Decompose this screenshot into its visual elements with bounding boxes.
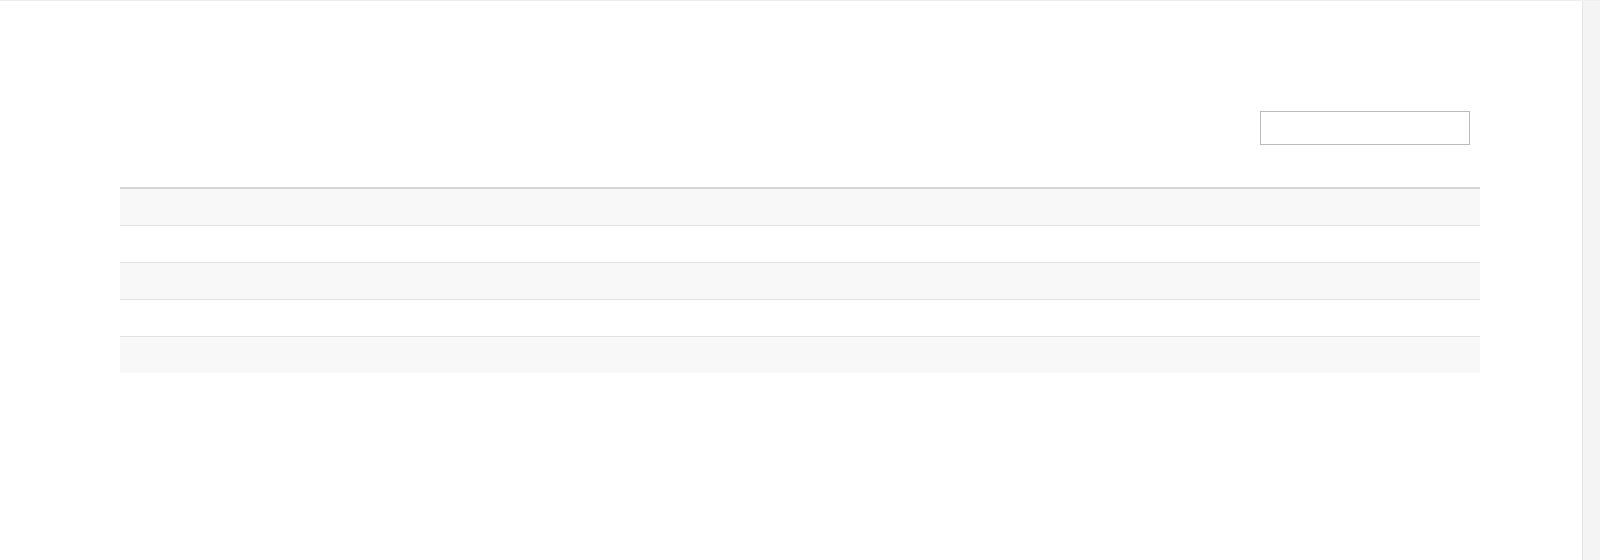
cell-status	[1276, 300, 1480, 337]
cell-amount	[1140, 263, 1276, 300]
cell-amount	[1140, 188, 1276, 226]
cell-status	[1276, 226, 1480, 263]
cell-amount	[1140, 300, 1276, 337]
cell-email	[474, 226, 936, 263]
table-row	[120, 300, 1480, 337]
page-container	[0, 1, 1600, 373]
table-row	[120, 188, 1480, 226]
col-header-phone[interactable]	[936, 163, 1140, 188]
cell-email	[474, 337, 936, 374]
cell-status	[1276, 337, 1480, 374]
col-header-name[interactable]	[120, 163, 474, 188]
table-header-row	[120, 163, 1480, 188]
cell-phone	[936, 337, 1140, 374]
scrollbar[interactable]	[1582, 1, 1600, 560]
friends-table	[120, 163, 1480, 373]
cell-email	[474, 263, 936, 300]
cell-name	[120, 263, 474, 300]
search-row	[120, 111, 1480, 145]
table-row	[120, 226, 1480, 263]
cell-status	[1276, 188, 1480, 226]
cell-name	[120, 300, 474, 337]
cell-name	[120, 337, 474, 374]
cell-email	[474, 300, 936, 337]
col-header-email[interactable]	[474, 163, 936, 188]
table-row	[120, 263, 1480, 300]
cell-phone	[936, 263, 1140, 300]
cell-amount	[1140, 337, 1276, 374]
cell-name	[120, 226, 474, 263]
col-header-status[interactable]	[1276, 163, 1480, 188]
cell-name	[120, 188, 474, 226]
cell-phone	[936, 226, 1140, 263]
cell-phone	[936, 188, 1140, 226]
table-row	[120, 337, 1480, 374]
col-header-amount[interactable]	[1140, 163, 1276, 188]
cell-status	[1276, 263, 1480, 300]
search-input[interactable]	[1260, 111, 1470, 145]
cell-email	[474, 188, 936, 226]
cell-phone	[936, 300, 1140, 337]
cell-amount	[1140, 226, 1276, 263]
